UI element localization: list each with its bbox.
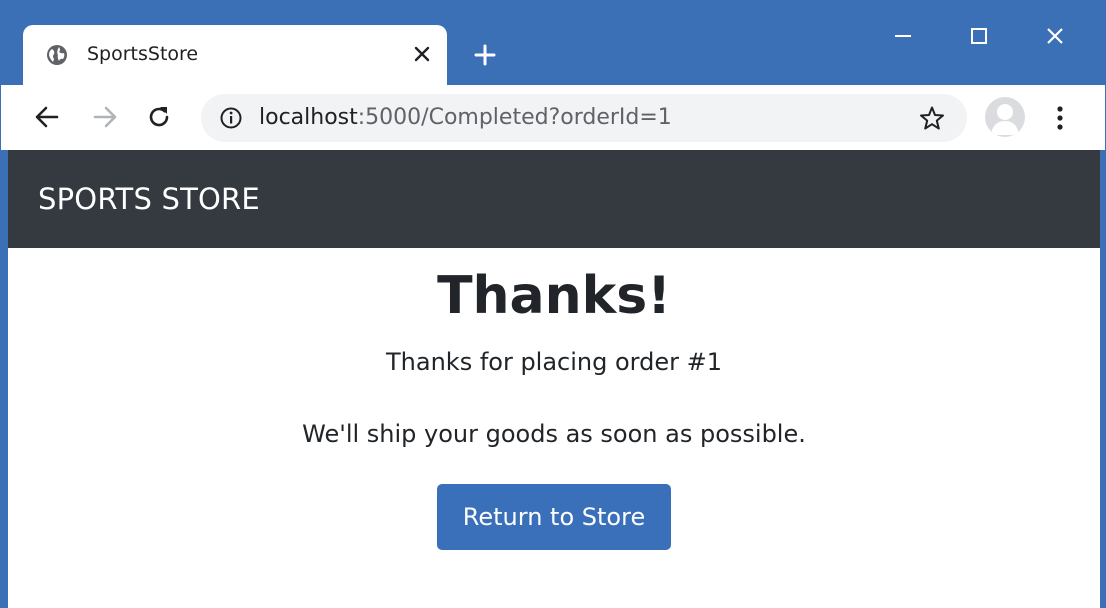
forward-arrow-icon[interactable]	[87, 99, 123, 135]
browser-toolbar: localhost:5000/Completed?orderId=1	[1, 85, 1105, 150]
browser-window: SportsStore localhost:5000/Completed?ord…	[0, 0, 1106, 608]
browser-tab[interactable]: SportsStore	[23, 25, 447, 85]
title-bar: SportsStore	[1, 1, 1105, 85]
order-confirmation-text: Thanks for placing order #1	[386, 348, 722, 376]
brand-title[interactable]: SPORTS STORE	[38, 182, 260, 216]
reload-icon[interactable]	[141, 99, 177, 135]
close-tab-icon[interactable]	[407, 39, 437, 69]
close-window-icon[interactable]	[1035, 19, 1075, 53]
url-host: localhost	[259, 105, 358, 130]
page-viewport: SPORTS STORE Thanks! Thanks for placing …	[8, 150, 1100, 608]
page-heading: Thanks!	[437, 266, 671, 326]
site-navbar: SPORTS STORE	[8, 150, 1100, 248]
back-arrow-icon[interactable]	[29, 99, 65, 135]
shipping-note-text: We'll ship your goods as soon as possibl…	[302, 420, 806, 448]
return-to-store-button[interactable]: Return to Store	[437, 484, 671, 550]
minimize-icon[interactable]	[883, 19, 923, 53]
maximize-icon[interactable]	[959, 19, 999, 53]
more-menu-icon[interactable]	[1045, 101, 1075, 135]
tab-title: SportsStore	[87, 43, 199, 65]
address-bar[interactable]: localhost:5000/Completed?orderId=1	[201, 94, 967, 142]
url-text[interactable]: localhost:5000/Completed?orderId=1	[259, 105, 672, 130]
url-path: :5000/Completed?orderId=1	[357, 105, 672, 130]
new-tab-icon[interactable]	[467, 37, 503, 73]
bookmark-star-icon[interactable]	[917, 103, 947, 133]
globe-icon	[45, 43, 69, 67]
profile-avatar-icon[interactable]	[985, 97, 1025, 137]
order-completed-content: Thanks! Thanks for placing order #1 We'l…	[8, 248, 1100, 608]
info-icon[interactable]	[219, 106, 243, 130]
